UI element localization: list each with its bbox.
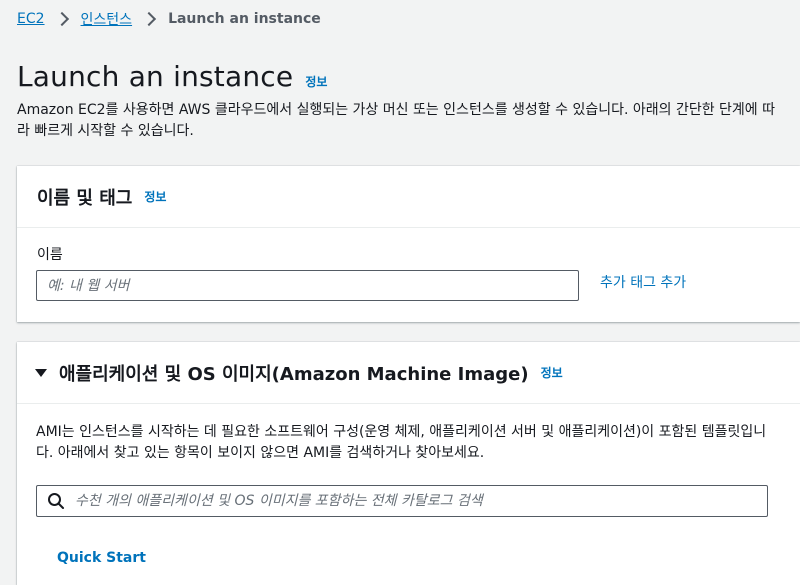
ami-search-input[interactable]	[73, 492, 757, 510]
name-panel-title: 이름 및 태그	[37, 187, 133, 209]
name-and-tags-panel: 이름 및 태그 정보 이름 추가 태그 추가	[17, 166, 800, 322]
name-panel-info-link[interactable]: 정보	[144, 188, 166, 205]
ami-description: AMI는 인스턴스를 시작하는 데 필요한 소프트웨어 구성(운영 체제, 애플…	[36, 424, 767, 461]
breadcrumb-ec2-link[interactable]: EC2	[17, 11, 45, 27]
caret-down-icon[interactable]	[35, 368, 47, 377]
ami-panel: 애플리케이션 및 OS 이미지(Amazon Machine Image) 정보…	[17, 342, 800, 585]
quick-start-tab[interactable]: Quick Start	[57, 550, 146, 566]
breadcrumb-current: Launch an instance	[168, 11, 321, 27]
breadcrumb: EC2 인스턴스 Launch an instance	[17, 9, 321, 29]
ami-panel-info-link[interactable]: 정보	[541, 364, 563, 381]
add-tags-link[interactable]: 추가 태그 추가	[600, 272, 686, 292]
page: EC2 인스턴스 Launch an instance Launch an in…	[0, 0, 800, 585]
breadcrumb-instances-link[interactable]: 인스턴스	[81, 9, 133, 29]
ami-panel-header[interactable]: 애플리케이션 및 OS 이미지(Amazon Machine Image) 정보	[17, 342, 800, 404]
name-panel-header: 이름 및 태그 정보	[17, 166, 800, 228]
page-title-row: Launch an instance 정보	[17, 60, 327, 93]
page-title: Launch an instance	[17, 60, 294, 93]
name-field-label: 이름	[37, 247, 63, 263]
ami-panel-title: 애플리케이션 및 OS 이미지(Amazon Machine Image)	[59, 363, 529, 385]
page-description: Amazon EC2를 사용하면 AWS 클라우드에서 실행되는 가상 머신 또…	[17, 102, 776, 139]
search-icon	[48, 493, 64, 509]
ami-search-box[interactable]	[36, 485, 768, 517]
chevron-right-icon	[54, 11, 69, 27]
chevron-right-icon	[141, 11, 157, 27]
name-input[interactable]	[36, 270, 579, 301]
page-info-link[interactable]: 정보	[305, 73, 327, 90]
